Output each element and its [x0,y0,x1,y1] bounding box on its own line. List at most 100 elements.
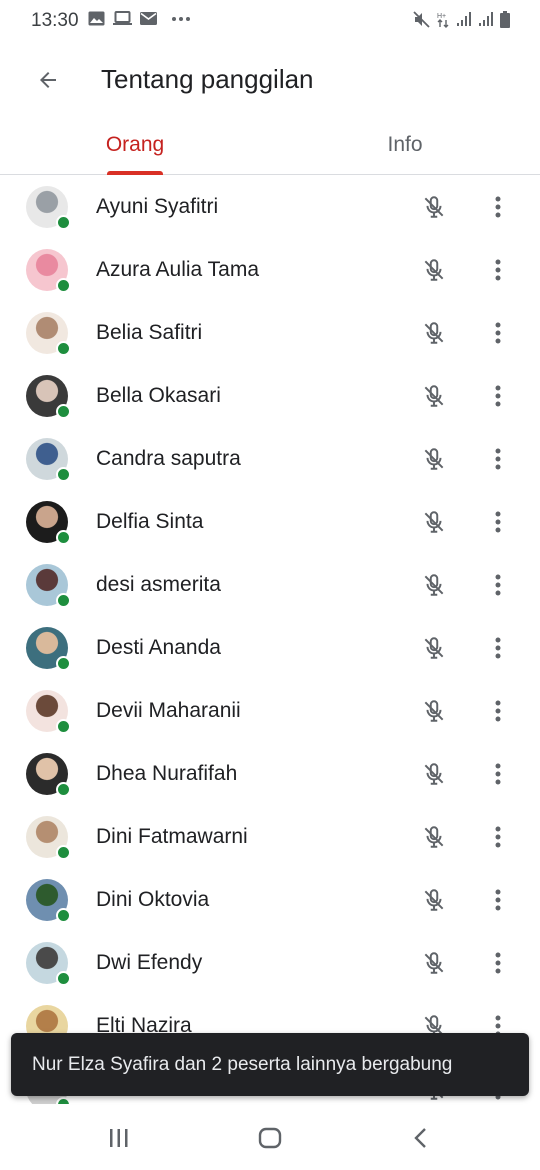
online-status-dot [56,404,71,419]
mic-off-icon [424,574,444,596]
recent-apps-button[interactable] [99,1120,139,1156]
participant-row[interactable]: Ayuni Syafitri [0,176,540,239]
more-options-button[interactable] [476,689,520,733]
battery-icon [500,11,510,28]
mic-off-icon [424,700,444,722]
more-vert-icon [495,763,501,785]
mute-status-button[interactable] [412,374,456,418]
mute-status-button[interactable] [412,878,456,922]
participant-row[interactable]: Dhea Nurafifah [0,743,540,806]
participant-row[interactable]: Dini Oktovia [0,869,540,932]
mute-status-button[interactable] [412,689,456,733]
tab-indicator [107,171,163,175]
participant-name: Dwi Efendy [96,951,203,974]
online-status-dot [56,719,71,734]
participant-row[interactable]: Belia Safitri [0,302,540,365]
mute-status-button[interactable] [412,626,456,670]
participant-name: Azura Aulia Tama [96,258,260,281]
online-status-dot [56,782,71,797]
more-options-button[interactable] [476,563,520,607]
mute-status-button[interactable] [412,563,456,607]
status-bar: 13:30 H+ [0,0,540,44]
more-options-button[interactable] [476,878,520,922]
online-status-dot [56,971,71,986]
page-title: Tentang panggilan [101,64,314,94]
participant-name: Candra saputra [96,447,241,470]
arrow-back-icon [40,72,56,88]
mute-status-button[interactable] [412,815,456,859]
recent-apps-icon [110,1129,128,1147]
tab-orang-label: Orang [105,133,165,156]
tab-info-label: Info [387,133,423,156]
participant-row[interactable]: Bella Okasari [0,365,540,428]
participant-name: Dini Oktovia [96,888,210,911]
online-status-dot [56,1097,71,1104]
more-options-button[interactable] [476,752,520,796]
more-vert-icon [495,448,501,470]
home-icon [258,1127,282,1149]
participant-name: desi asmerita [96,573,221,596]
mute-status-button[interactable] [412,752,456,796]
participant-row[interactable]: Dwi Efendy [0,932,540,995]
mute-status-button[interactable] [412,248,456,292]
mute-status-button[interactable] [412,185,456,229]
participant-list[interactable]: Ayuni Syafitri Azura Aulia Tama Belia Safi… [0,176,540,1104]
more-options-button[interactable] [476,437,520,481]
mic-off-icon [424,889,444,911]
participant-name: Dhea Nurafifah [96,762,238,785]
online-status-dot [56,593,71,608]
participant-name: Ayuni Syafitri [96,195,219,218]
more-options-button[interactable] [476,626,520,670]
mic-off-icon [424,952,444,974]
more-options-button[interactable] [476,311,520,355]
snackbar: Nur Elza Syafira dan 2 peserta lainnya b… [11,1033,529,1096]
mic-off-icon [424,763,444,785]
online-status-dot [56,341,71,356]
more-options-button[interactable] [476,185,520,229]
tab-bar: Orang Info [0,116,540,175]
participant-row[interactable]: Devii Maharanii [0,680,540,743]
mute-status-button[interactable] [412,500,456,544]
tab-info[interactable]: Info [270,116,540,174]
participant-row[interactable]: Candra saputra [0,428,540,491]
system-nav-bar [0,1106,540,1170]
mute-status-button[interactable] [412,437,456,481]
participant-name: Delfia Sinta [96,510,204,533]
more-vert-icon [495,259,501,281]
back-nav-button[interactable] [401,1120,441,1156]
participant-row[interactable]: desi asmerita [0,554,540,617]
mute-status-button[interactable] [412,941,456,985]
participant-row[interactable]: Desti Ananda [0,617,540,680]
more-options-button[interactable] [476,248,520,292]
status-left-icons [88,11,191,26]
mic-off-icon [424,826,444,848]
more-vert-icon [495,385,501,407]
online-status-dot [56,845,71,860]
tab-orang[interactable]: Orang [0,116,270,175]
online-status-dot [56,656,71,671]
participant-name: Devii Maharanii [96,699,241,722]
mic-off-icon [424,259,444,281]
participant-row[interactable]: Delfia Sinta [0,491,540,554]
more-options-button[interactable] [476,815,520,859]
app-bar: Tentang panggilan [0,44,540,116]
participant-row[interactable]: Azura Aulia Tama [0,239,540,302]
back-button[interactable] [24,56,72,104]
network-type-label: H+ [437,13,446,20]
more-options-button[interactable] [476,500,520,544]
online-status-dot [56,278,71,293]
online-status-dot [56,530,71,545]
participant-row[interactable]: Dini Fatmawarni [0,806,540,869]
mute-status-button[interactable] [412,311,456,355]
mic-off-icon [424,511,444,533]
status-right-icons: H+ [413,11,510,28]
signal-icon [479,12,493,26]
home-button[interactable] [250,1120,290,1156]
more-options-button[interactable] [476,941,520,985]
more-vert-icon [495,826,501,848]
participant-name: Dini Fatmawarni [96,825,248,848]
more-options-button[interactable] [476,374,520,418]
mic-off-icon [424,385,444,407]
more-vert-icon [495,322,501,344]
mail-icon [140,12,157,25]
